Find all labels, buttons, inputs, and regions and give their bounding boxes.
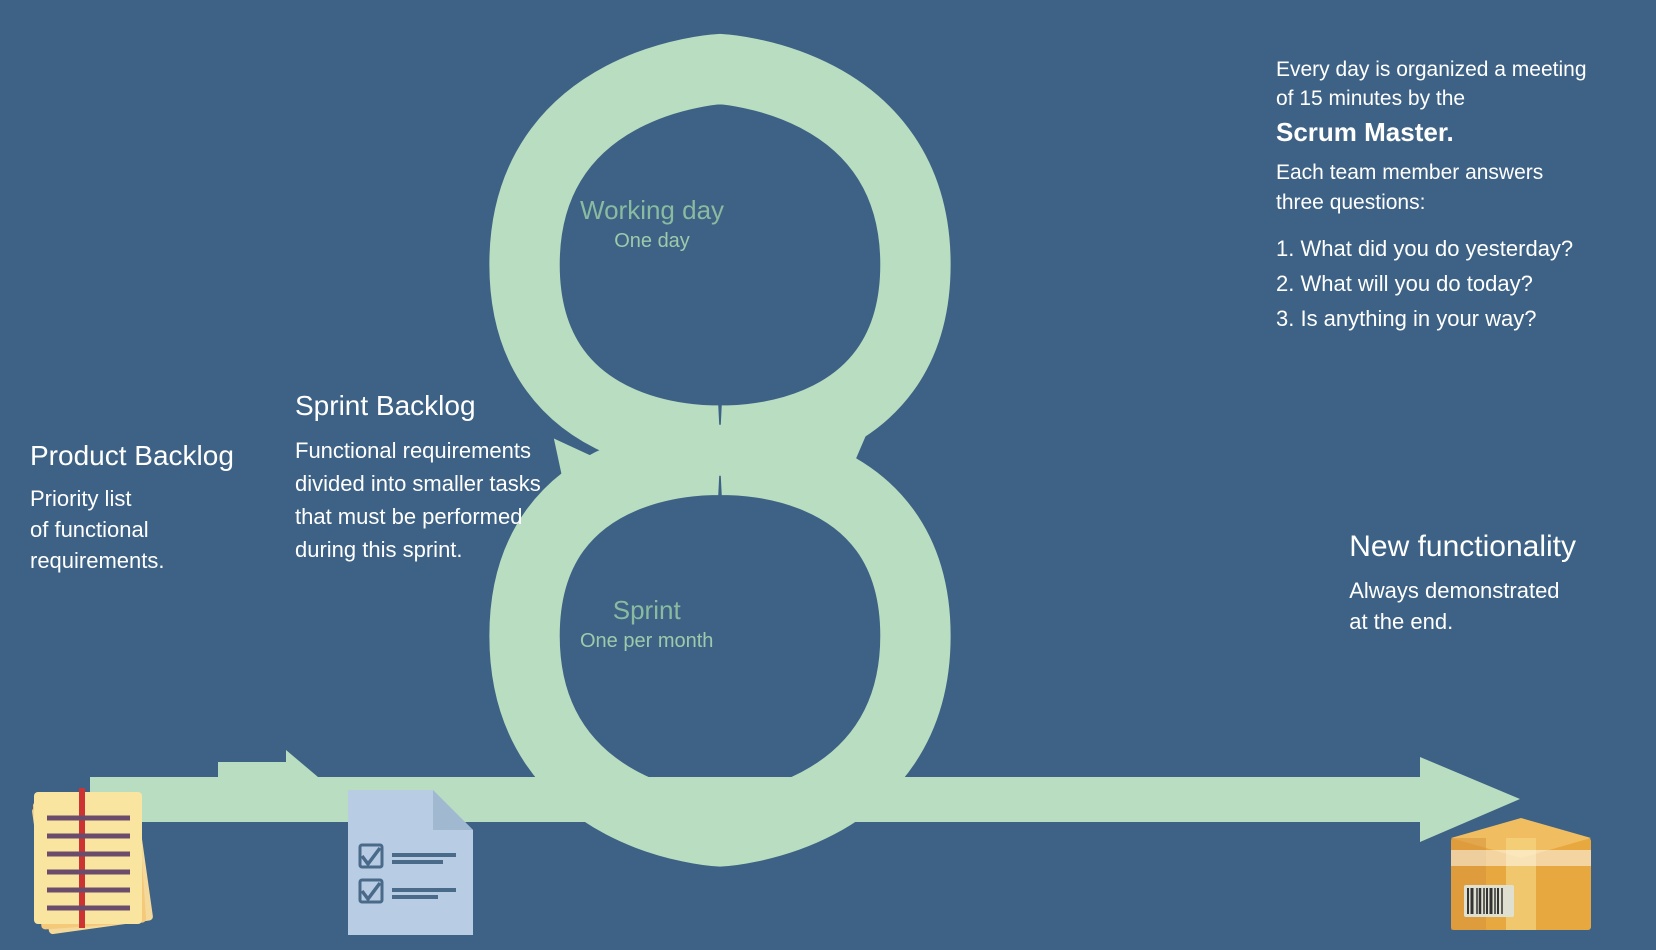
scrum-master-title: Scrum Master. [1276, 117, 1454, 147]
scrum-q2: 2. What will you do today? [1276, 266, 1596, 301]
box-icon [1446, 790, 1596, 935]
new-functionality-title: New functionality [1349, 530, 1576, 564]
new-functionality-section: New functionality Always demonstrated at… [1349, 530, 1576, 638]
loop-bottom-title: Sprint [580, 595, 713, 626]
main-container: Working day One day Sprint One per month… [0, 0, 1656, 950]
working-day-label: Working day One day [580, 195, 724, 253]
product-backlog-title: Product Backlog [30, 440, 234, 472]
scrum-master-section: Every day is organized a meeting of 15 m… [1276, 55, 1596, 337]
sprint-backlog-section: Sprint Backlog Functional requirements d… [295, 390, 555, 566]
small-arrow-1 [218, 750, 318, 805]
loop-top-subtitle: One day [580, 230, 724, 253]
scrum-q3: 3. Is anything in your way? [1276, 301, 1596, 336]
sprint-label: Sprint One per month [580, 595, 713, 653]
new-functionality-body: Always demonstrated at the end. [1349, 576, 1576, 638]
checklist-icon [348, 790, 473, 935]
product-backlog-section: Product Backlog Priority list of functio… [30, 440, 234, 576]
product-backlog-body: Priority list of functional requirements… [30, 484, 234, 576]
papers-icon [22, 780, 172, 935]
loop-top-title: Working day [580, 195, 724, 226]
sprint-backlog-body: Functional requirements divided into sma… [295, 434, 555, 566]
scrum-questions: 1. What did you do yesterday? 2. What wi… [1276, 231, 1596, 337]
loop-bottom-subtitle: One per month [580, 630, 713, 653]
scrum-q1: 1. What did you do yesterday? [1276, 231, 1596, 266]
scrum-sub-text: Each team member answers three questions… [1276, 158, 1596, 217]
scrum-intro-text: Every day is organized a meeting of 15 m… [1276, 55, 1596, 150]
sprint-backlog-title: Sprint Backlog [295, 390, 555, 422]
